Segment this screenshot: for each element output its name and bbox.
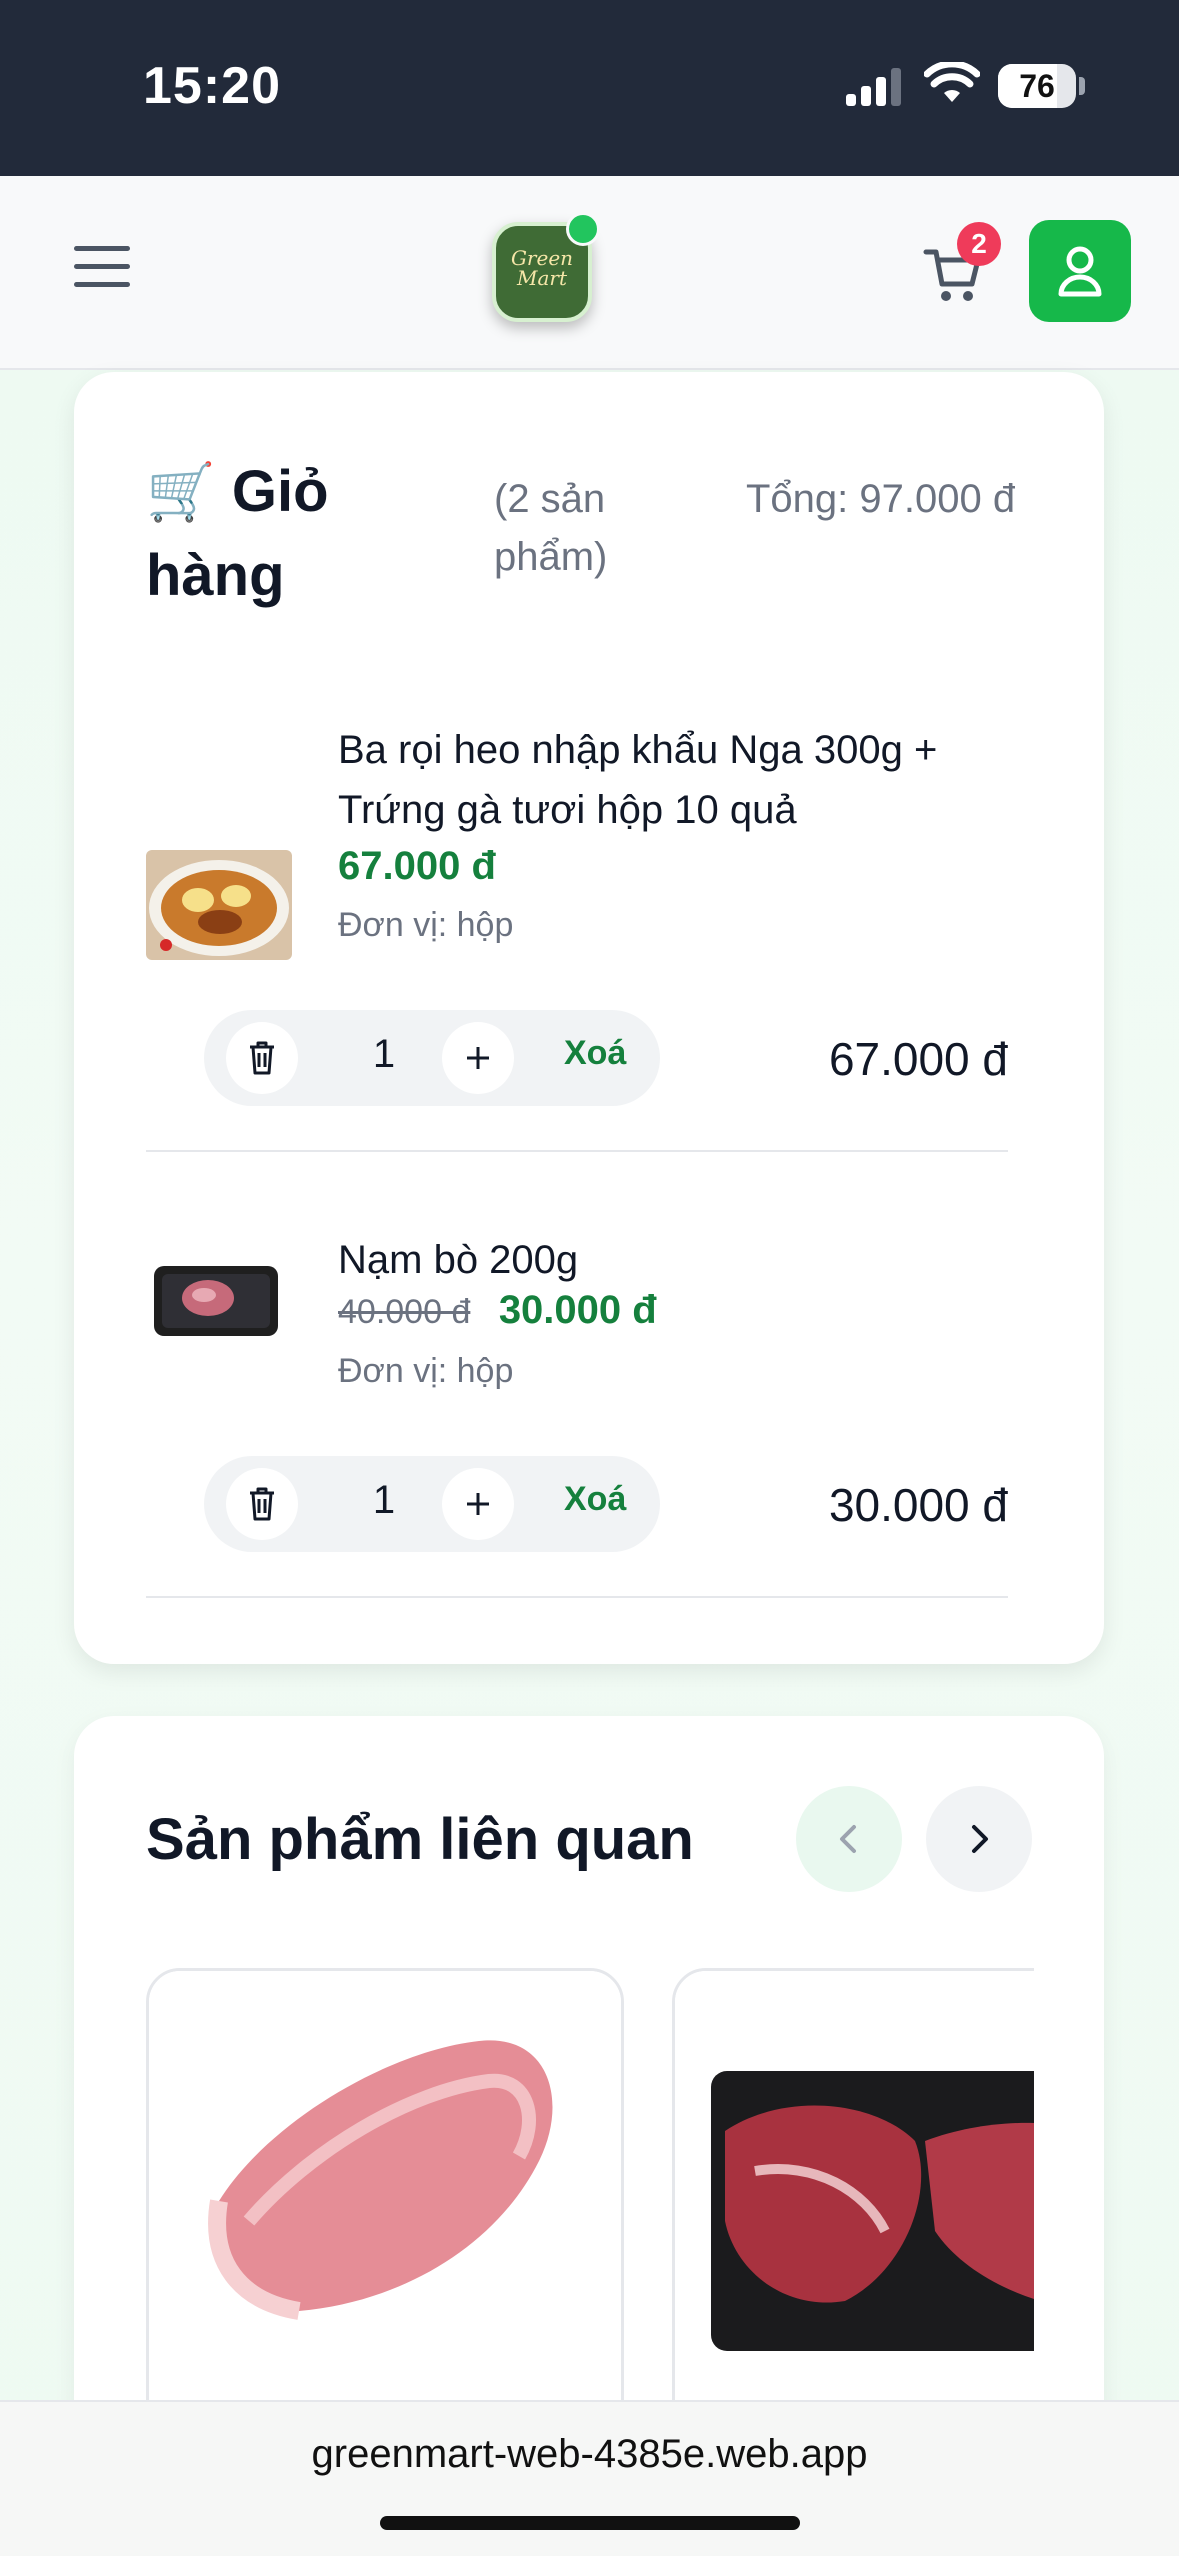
item-price-row: 67.000 đ	[338, 844, 496, 889]
user-icon	[1058, 246, 1102, 297]
item-name[interactable]: Nạm bò 200g	[338, 1230, 1008, 1290]
cart-item: Nạm bò 200g 40.000 đ 30.000 đ Đơn vị: hộ…	[146, 1230, 1008, 1600]
decrease-button[interactable]	[226, 1468, 298, 1540]
decrease-button[interactable]	[226, 1022, 298, 1094]
remove-button[interactable]: Xoá	[564, 1034, 626, 1073]
cart-item-count: (2 sản phẩm)	[494, 477, 608, 579]
logo-text: Green Mart	[496, 248, 588, 288]
cart-badge: 2	[957, 222, 1001, 266]
user-button[interactable]	[1029, 220, 1131, 322]
quantity-value: 1	[372, 1478, 396, 1522]
menu-button[interactable]	[74, 246, 130, 296]
plus-icon	[467, 1047, 489, 1069]
item-price: 67.000 đ	[338, 844, 496, 888]
address-url[interactable]: greenmart-web-4385e.web.app	[0, 2432, 1179, 2477]
product-image[interactable]	[146, 850, 292, 960]
cart-item: Ba rọi heo nhập khẩu Nga 300g + Trứng gà…	[146, 720, 1008, 1154]
cart-total: Tổng: 97.000 đ	[746, 477, 1016, 521]
online-dot	[566, 212, 600, 246]
item-unit: Đơn vị: hộp	[338, 906, 514, 944]
home-indicator[interactable]	[380, 2516, 800, 2530]
increase-button[interactable]	[442, 1468, 514, 1540]
status-bar: 15:20 76	[0, 0, 1179, 176]
app-header: Green Mart 2	[0, 176, 1179, 370]
item-price: 30.000 đ	[498, 1288, 657, 1332]
item-unit: Đơn vị: hộp	[338, 1352, 514, 1390]
item-name[interactable]: Ba rọi heo nhập khẩu Nga 300g + Trứng gà…	[338, 720, 1008, 840]
trash-icon	[250, 1487, 274, 1521]
item-price-row: 40.000 đ 30.000 đ	[338, 1288, 657, 1333]
battery-label: 76	[1019, 68, 1055, 104]
item-line-total: 30.000 đ	[828, 1479, 1008, 1531]
product-image[interactable]	[146, 1240, 292, 1350]
item-divider	[146, 1150, 1008, 1152]
status-time: 15:20	[143, 57, 281, 115]
item-divider	[146, 1596, 1008, 1598]
remove-button[interactable]: Xoá	[564, 1480, 626, 1519]
cart-card: 🛒 Giỏ hàng (2 sản phẩm) Tổng: 97.000 đ B…	[74, 372, 1104, 1664]
wifi-icon	[924, 62, 980, 102]
battery-indicator: 76	[998, 64, 1076, 108]
quantity-stepper: 1 Xoá	[204, 1456, 660, 1552]
shopping-cart-icon: 🛒	[146, 460, 216, 523]
quantity-stepper: 1 Xoá	[204, 1010, 660, 1106]
cart-title: 🛒 Giỏ hàng	[146, 450, 366, 618]
menu-icon	[74, 246, 130, 287]
quantity-value: 1	[372, 1032, 396, 1076]
increase-button[interactable]	[442, 1022, 514, 1094]
cellular-signal-icon	[846, 68, 901, 106]
plus-icon	[467, 1493, 489, 1515]
trash-icon	[250, 1041, 274, 1075]
logo-text-line-1: Green	[510, 246, 574, 270]
item-old-price: 40.000 đ	[338, 1293, 471, 1331]
battery-tip	[1079, 77, 1085, 95]
item-line-total: 67.000 đ	[828, 1033, 1008, 1085]
browser-address-bar[interactable]: greenmart-web-4385e.web.app	[0, 2400, 1179, 2556]
logo-text-line-2: Mart	[517, 266, 567, 290]
